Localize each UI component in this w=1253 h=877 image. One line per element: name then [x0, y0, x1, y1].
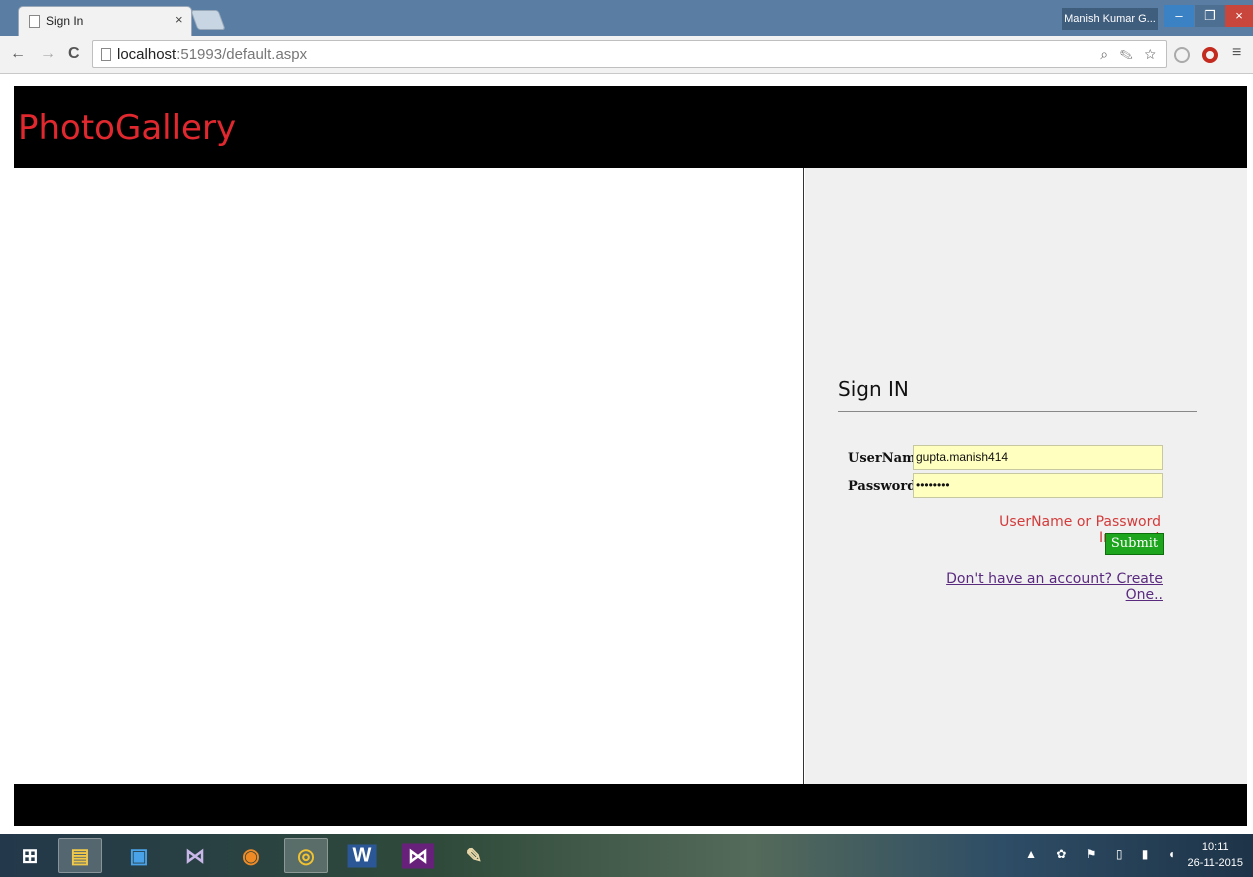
username-input[interactable]: gupta.manish414 — [913, 445, 1163, 470]
chrome-icon: ◎ — [297, 845, 315, 867]
password-label: Password — [848, 479, 917, 494]
tab-sign-in[interactable]: Sign In × — [18, 6, 192, 36]
taskbar-file-explorer[interactable]: ▤ — [58, 838, 102, 873]
url-host: localhost — [117, 46, 177, 63]
url-path: :51993/default.aspx — [176, 46, 308, 63]
tab-title: Sign In — [46, 14, 84, 28]
start-button[interactable]: ⊞ — [8, 838, 52, 873]
word-icon: W — [347, 844, 377, 867]
opera-extension-icon[interactable] — [1202, 47, 1218, 63]
page-icon — [29, 15, 40, 28]
clock-date: 26-11-2015 — [1187, 857, 1243, 869]
new-tab-button[interactable] — [190, 10, 226, 30]
file-explorer-icon: ▤ — [70, 845, 90, 867]
paint-icon: ✎ — [465, 845, 483, 867]
extension-icon[interactable] — [1174, 47, 1190, 63]
minimize-button[interactable]: – — [1164, 5, 1194, 27]
firefox-icon: ◉ — [242, 845, 260, 867]
visual-studio-2-icon: ⋈ — [402, 843, 434, 868]
browser-titlebar: Sign In × Manish Kumar G... – ❐ × — [0, 0, 1253, 36]
taskbar-firefox[interactable]: ◉ — [229, 838, 273, 873]
system-tray-icons[interactable]: ▲ ✿ ⚑ ▯ ▮ ◖ — [1025, 847, 1183, 861]
content-divider — [803, 168, 804, 784]
forward-icon[interactable]: → — [40, 45, 56, 63]
page-header: PhotoGallery — [14, 86, 1247, 168]
address-bar[interactable]: localhost:51993/default.aspx ⌕ ✎ ☆ — [92, 40, 1167, 68]
heading-divider — [838, 411, 1197, 412]
browser-toolbar: ← → C localhost:51993/default.aspx ⌕ ✎ ☆… — [0, 36, 1253, 74]
page-info-icon[interactable] — [101, 48, 111, 61]
visual-studio-icon: ⋈ — [185, 845, 205, 867]
taskbar: ⊞ ▤ ▣ ⋈ ◉ ◎ W ⋈ ✎ ▲ ✿ ⚑ ▯ ▮ ◖ 10:11 26-1… — [0, 834, 1253, 877]
taskbar-chrome[interactable]: ◎ — [284, 838, 328, 873]
menu-icon[interactable]: ≡ — [1232, 44, 1241, 62]
url-text: localhost:51993/default.aspx — [117, 46, 307, 63]
content-area — [14, 168, 804, 784]
signin-heading: Sign IN — [838, 377, 909, 401]
close-window-button[interactable]: × — [1225, 5, 1253, 27]
taskbar-visual-studio[interactable]: ⋈ — [173, 838, 217, 873]
start-icon: ⊞ — [21, 845, 39, 867]
taskbar-paint[interactable]: ✎ — [452, 838, 496, 873]
maximize-button[interactable]: ❐ — [1195, 5, 1225, 27]
outlook-icon: ▣ — [129, 845, 149, 867]
profile-button[interactable]: Manish Kumar G... — [1062, 8, 1158, 30]
password-input[interactable]: •••••••• — [913, 473, 1163, 498]
page-footer — [14, 784, 1247, 826]
submit-button[interactable]: Submit — [1105, 533, 1164, 555]
clock-time: 10:11 — [1201, 841, 1229, 853]
create-account-link[interactable]: Don't have an account? Create One.. — [941, 571, 1163, 603]
taskbar-word[interactable]: W — [340, 838, 384, 873]
taskbar-outlook[interactable]: ▣ — [117, 838, 161, 873]
omnibox-icons[interactable]: ⌕ ✎ ☆ — [1100, 46, 1160, 63]
back-icon[interactable]: ← — [10, 45, 26, 63]
brand-logo-text: PhotoGallery — [18, 108, 237, 148]
taskbar-clock[interactable]: 10:11 26-11-2015 — [1188, 839, 1243, 871]
tab-close-icon[interactable]: × — [175, 12, 183, 27]
signin-panel: Sign IN UserName gupta.manish414 Passwor… — [805, 168, 1247, 784]
taskbar-visual-studio-2[interactable]: ⋈ — [396, 838, 440, 873]
reload-icon[interactable]: C — [68, 45, 80, 63]
